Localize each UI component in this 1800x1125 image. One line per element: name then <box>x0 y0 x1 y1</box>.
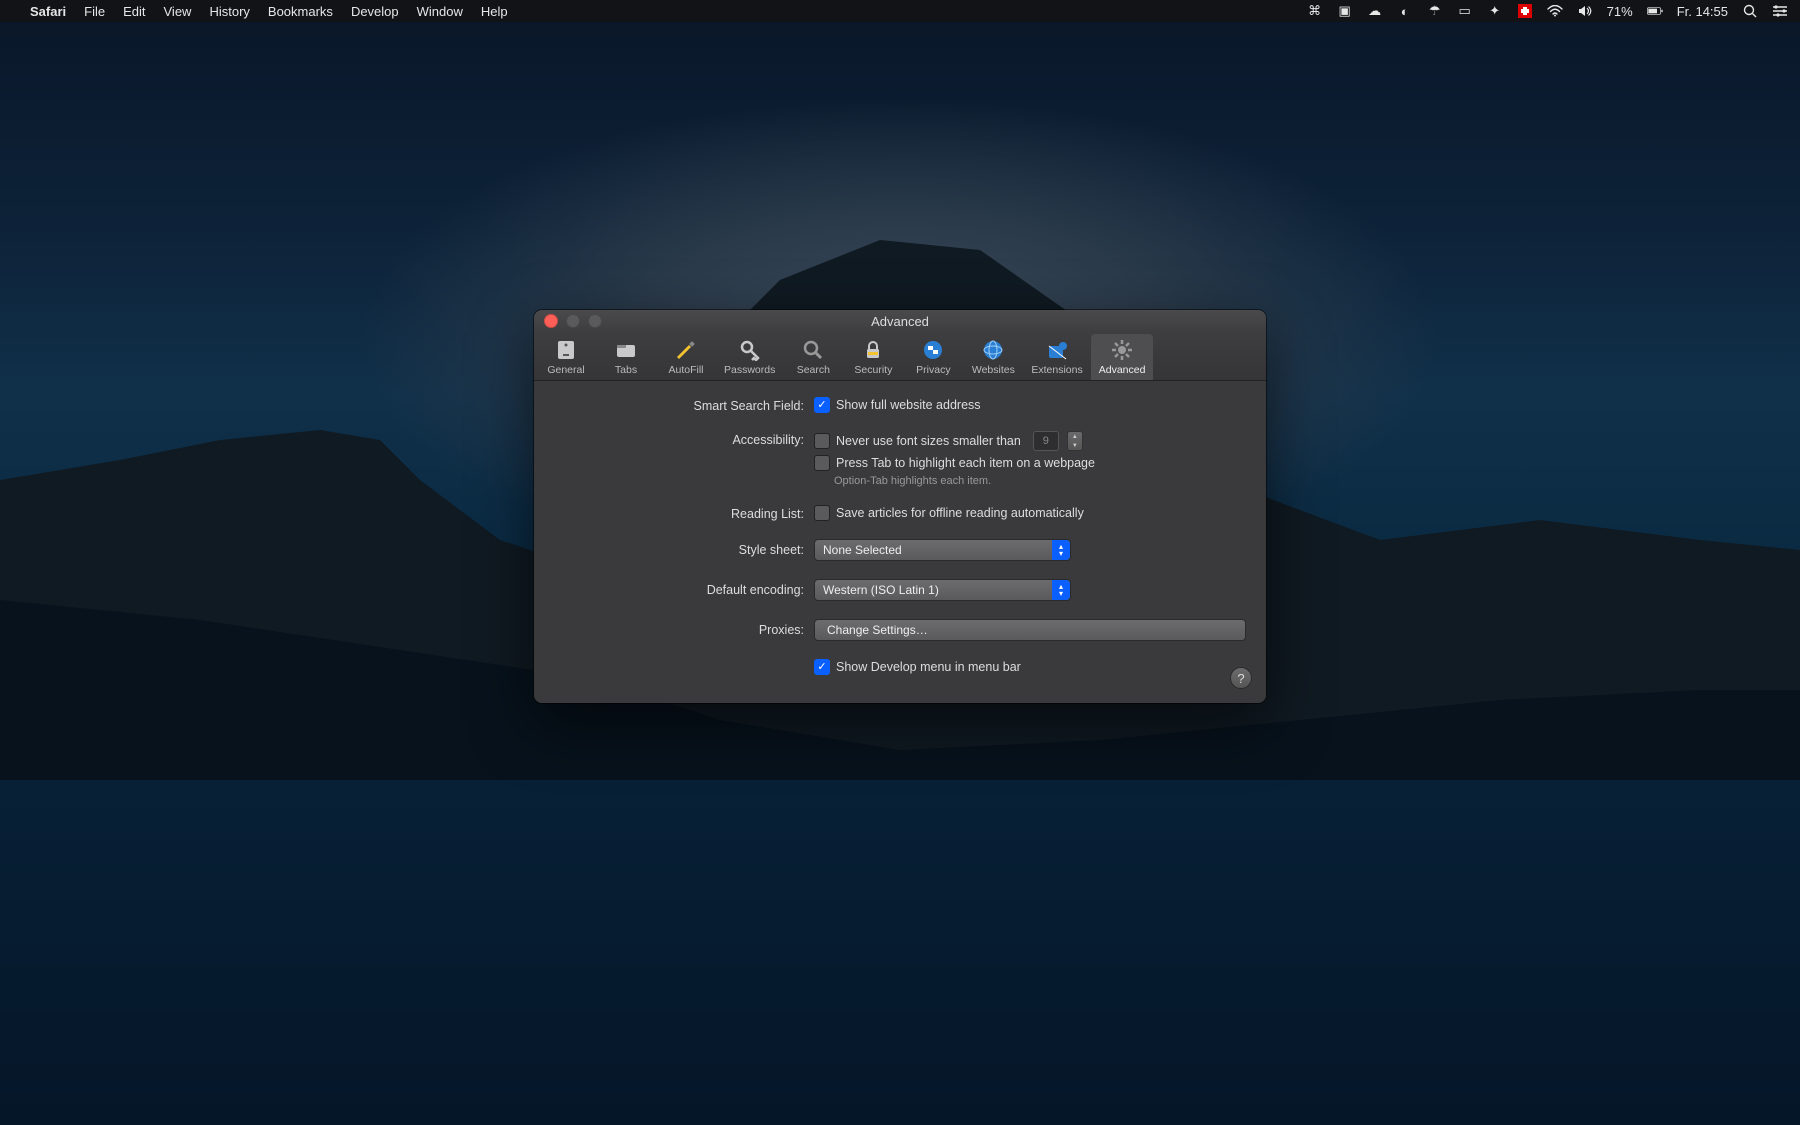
encoding-label: Default encoding: <box>554 579 814 597</box>
tab-websites[interactable]: Websites <box>963 334 1023 380</box>
tab-general[interactable]: General <box>536 334 596 380</box>
status-icon-3[interactable]: ◐ <box>1397 3 1413 19</box>
status-battery-icon[interactable] <box>1647 3 1663 19</box>
tab-autofill-label: AutoFill <box>668 364 703 376</box>
proxies-label: Proxies: <box>554 619 814 637</box>
help-button[interactable]: ? <box>1230 667 1252 689</box>
tab-passwords-label: Passwords <box>724 364 775 376</box>
show-develop-checkbox[interactable] <box>814 659 830 675</box>
websites-icon <box>981 338 1005 362</box>
encoding-value: Western (ISO Latin 1) <box>823 583 939 597</box>
preferences-toolbar: General Tabs AutoFill Passwords Search S… <box>534 332 1266 381</box>
tab-advanced-label: Advanced <box>1099 364 1146 376</box>
accessibility-label: Accessibility: <box>554 431 814 447</box>
extensions-icon <box>1045 338 1069 362</box>
status-icon-2[interactable]: ▣ <box>1337 3 1353 19</box>
option-tab-hint: Option-Tab highlights each item. <box>834 475 1246 487</box>
menu-edit[interactable]: Edit <box>123 4 145 19</box>
show-develop-text: Show Develop menu in menu bar <box>836 660 1021 674</box>
menu-file[interactable]: File <box>84 4 105 19</box>
general-icon <box>554 338 578 362</box>
show-full-address-text: Show full website address <box>836 398 981 412</box>
tab-security[interactable]: Security <box>843 334 903 380</box>
tab-security-label: Security <box>854 364 892 376</box>
reading-list-label: Reading List: <box>554 505 814 521</box>
save-articles-text: Save articles for offline reading automa… <box>836 506 1084 520</box>
select-arrows-icon <box>1052 540 1070 560</box>
tab-search-label: Search <box>797 364 830 376</box>
status-clock[interactable]: Fr. 14:55 <box>1677 4 1728 19</box>
show-full-address-checkbox[interactable] <box>814 397 830 413</box>
advanced-icon <box>1110 338 1134 362</box>
control-center-icon[interactable] <box>1772 3 1788 19</box>
menu-bookmarks[interactable]: Bookmarks <box>268 4 333 19</box>
status-umbrella-icon[interactable]: ☂ <box>1427 3 1443 19</box>
autofill-icon <box>674 338 698 362</box>
tab-websites-label: Websites <box>972 364 1015 376</box>
tab-passwords[interactable]: Passwords <box>716 334 783 380</box>
stylesheet-value: None Selected <box>823 543 902 557</box>
menu-history[interactable]: History <box>209 4 249 19</box>
tab-tabs-label: Tabs <box>615 364 637 376</box>
font-size-stepper[interactable]: ▲▼ <box>1067 431 1083 451</box>
status-wifi-icon[interactable] <box>1547 3 1563 19</box>
tab-privacy-label: Privacy <box>916 364 950 376</box>
never-font-size-text: Never use font sizes smaller than <box>836 434 1021 448</box>
status-battery-percent[interactable]: 71% <box>1607 4 1633 19</box>
passwords-icon <box>738 338 762 362</box>
preferences-window: Advanced General Tabs AutoFill Passwords… <box>534 310 1266 703</box>
status-cloud-icon[interactable]: ☁ <box>1367 3 1383 19</box>
tab-general-label: General <box>547 364 584 376</box>
tab-tabs[interactable]: Tabs <box>596 334 656 380</box>
tab-autofill[interactable]: AutoFill <box>656 334 716 380</box>
menu-help[interactable]: Help <box>481 4 508 19</box>
menu-develop[interactable]: Develop <box>351 4 399 19</box>
titlebar[interactable]: Advanced <box>534 310 1266 332</box>
status-icon-4[interactable]: ✦ <box>1487 3 1503 19</box>
menu-window[interactable]: Window <box>417 4 463 19</box>
status-flag-icon[interactable] <box>1517 3 1533 19</box>
search-icon <box>801 338 825 362</box>
encoding-select[interactable]: Western (ISO Latin 1) <box>814 579 1071 601</box>
never-font-size-checkbox[interactable] <box>814 433 830 449</box>
change-settings-button[interactable]: Change Settings… <box>814 619 1246 641</box>
font-size-field[interactable]: 9 <box>1033 431 1059 451</box>
tab-extensions-label: Extensions <box>1031 364 1082 376</box>
select-arrows-icon <box>1052 580 1070 600</box>
menubar: Safari File Edit View History Bookmarks … <box>0 0 1800 22</box>
menu-view[interactable]: View <box>164 4 192 19</box>
smart-search-label: Smart Search Field: <box>554 397 814 413</box>
status-airplay-icon[interactable]: ▭ <box>1457 3 1473 19</box>
tab-advanced[interactable]: Advanced <box>1091 334 1154 380</box>
status-icon-1[interactable]: ⌘ <box>1307 3 1323 19</box>
security-icon <box>861 338 885 362</box>
preferences-content: Smart Search Field: Show full website ad… <box>534 381 1266 703</box>
status-volume-icon[interactable] <box>1577 3 1593 19</box>
stylesheet-select[interactable]: None Selected <box>814 539 1071 561</box>
spotlight-icon[interactable] <box>1742 3 1758 19</box>
press-tab-checkbox[interactable] <box>814 455 830 471</box>
stylesheet-label: Style sheet: <box>554 539 814 557</box>
tab-privacy[interactable]: Privacy <box>903 334 963 380</box>
app-menu[interactable]: Safari <box>30 4 66 19</box>
press-tab-text: Press Tab to highlight each item on a we… <box>836 456 1095 470</box>
tabs-icon <box>614 338 638 362</box>
window-title: Advanced <box>534 314 1266 329</box>
tab-extensions[interactable]: Extensions <box>1023 334 1090 380</box>
tab-search[interactable]: Search <box>783 334 843 380</box>
privacy-icon <box>921 338 945 362</box>
save-articles-checkbox[interactable] <box>814 505 830 521</box>
